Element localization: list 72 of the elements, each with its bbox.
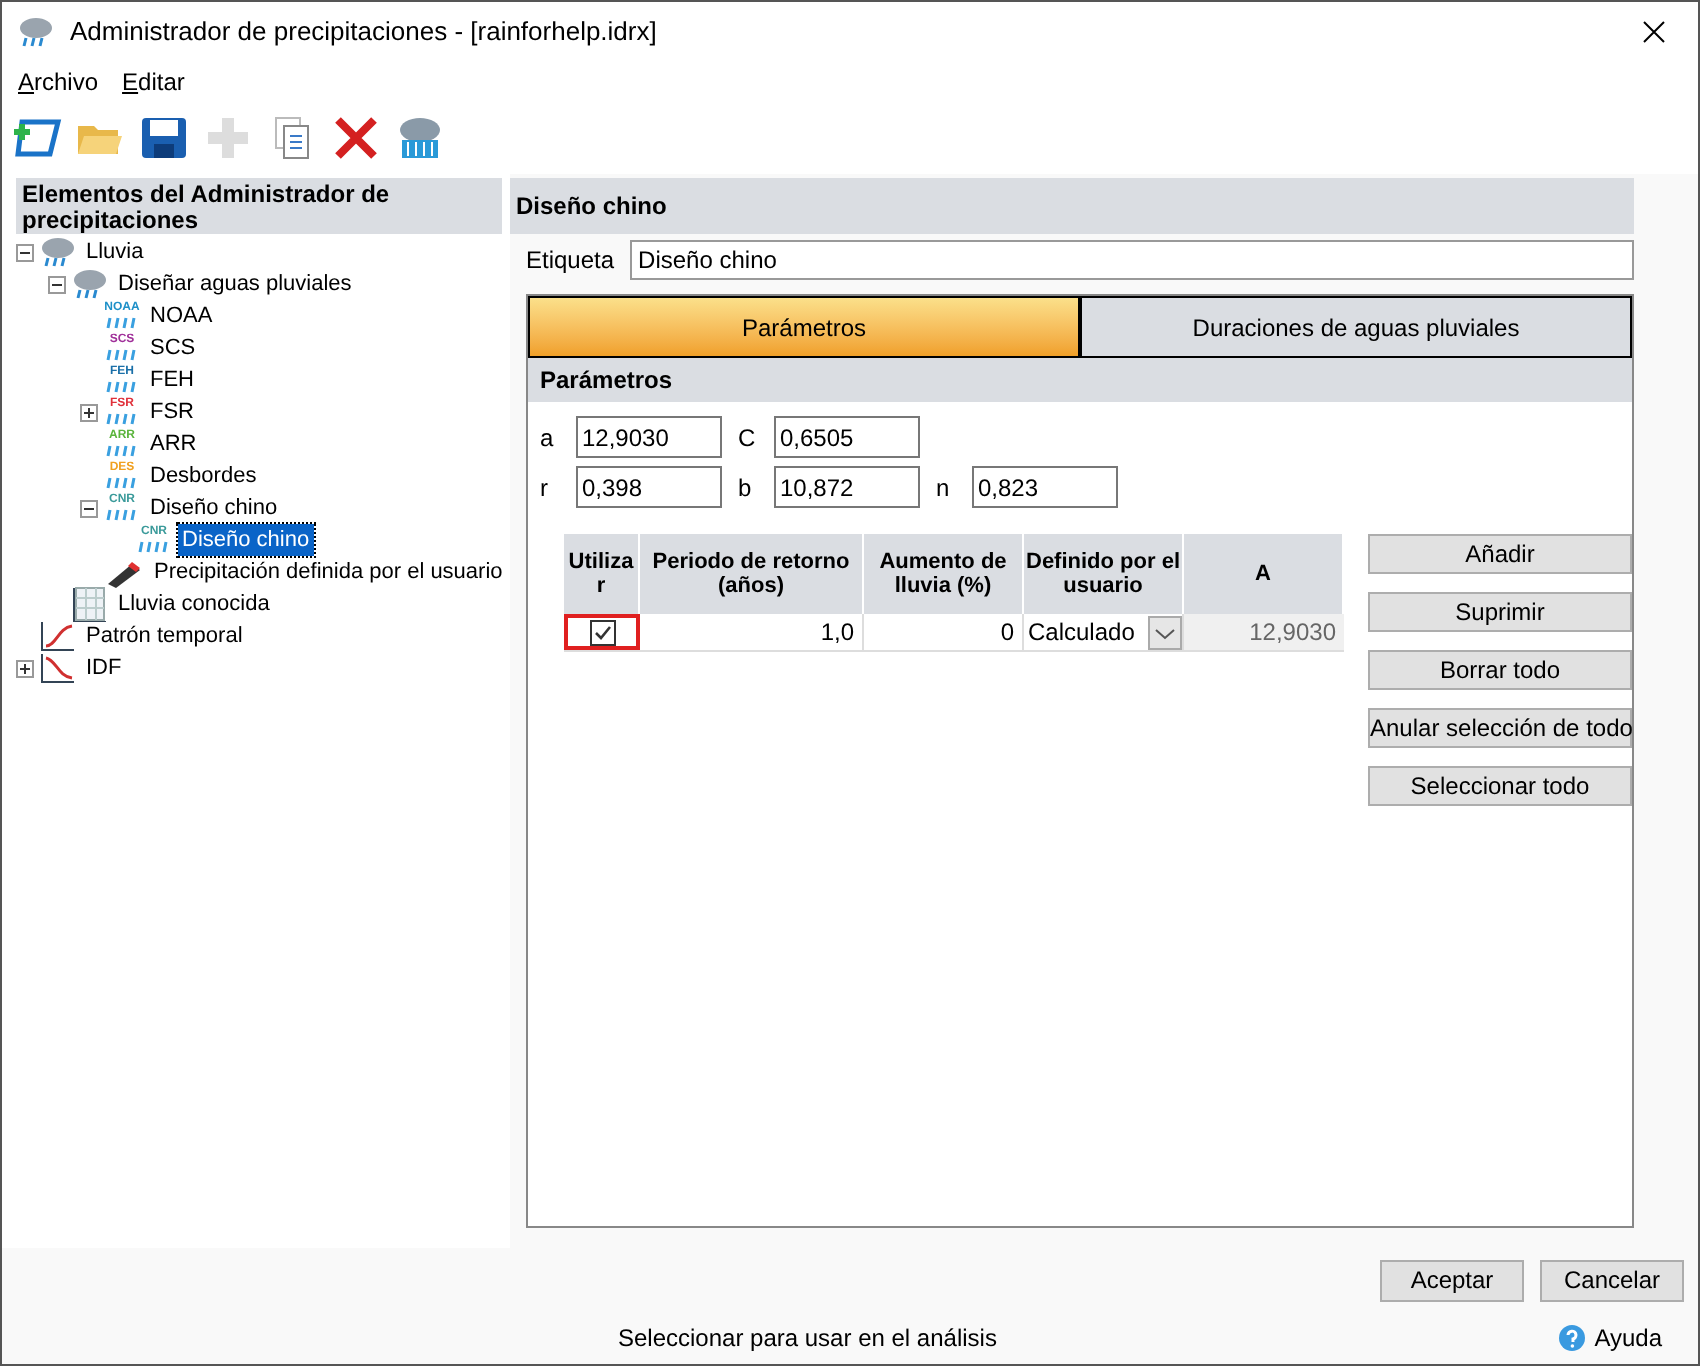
tree-header: Elementos del Administrador de precipitaciones xyxy=(16,178,502,234)
action-button[interactable]: Añadir xyxy=(1368,534,1632,574)
help-icon xyxy=(1558,1324,1587,1352)
help-link[interactable]: Ayuda xyxy=(1558,1320,1662,1356)
rain-cloud-icon[interactable] xyxy=(394,114,446,162)
table-cell: 0 xyxy=(864,614,1024,650)
plus-icon xyxy=(18,661,32,675)
dialog-button[interactable]: Aceptar xyxy=(1380,1259,1524,1301)
pencil-icon xyxy=(104,556,144,588)
rain-cloud-icon xyxy=(40,236,76,268)
action-button[interactable]: Seleccionar todo xyxy=(1368,766,1632,806)
menu-item[interactable]: Archivo xyxy=(18,64,99,100)
close-icon[interactable] xyxy=(1642,20,1666,44)
action-button[interactable]: Anular selección de todo xyxy=(1368,708,1632,748)
delete-icon[interactable] xyxy=(330,114,382,162)
tree-item[interactable]: Diseño chino xyxy=(178,523,314,557)
tree-item[interactable]: Lluvia conocida xyxy=(114,587,274,621)
tree-item[interactable]: NOAA xyxy=(146,299,217,333)
tree-item[interactable]: SCS xyxy=(146,331,200,365)
tab[interactable]: Duraciones de aguas pluviales xyxy=(1080,296,1632,358)
status-text: Seleccionar para usar en el análisis xyxy=(618,1322,999,1356)
panel-header: Diseño chino xyxy=(510,178,1634,234)
parameter-label: b xyxy=(738,471,754,505)
column-header: Aumento de lluvia (%) xyxy=(864,534,1024,614)
table-cell: 12,9030 xyxy=(1184,614,1344,650)
dialog-button[interactable]: Cancelar xyxy=(1540,1259,1684,1301)
tree-item[interactable]: Patrón temporal xyxy=(82,619,247,653)
label-field[interactable]: Diseño chino xyxy=(630,240,1634,280)
column-header: Periodo de retorno (años) xyxy=(640,534,864,614)
expand-toggle[interactable] xyxy=(80,403,98,421)
collapse-toggle[interactable] xyxy=(48,275,66,293)
parameter-label: a xyxy=(540,421,556,455)
rain-cloud-icon xyxy=(72,268,108,300)
parameter-label: C xyxy=(738,421,758,455)
rain-cloud-icon xyxy=(18,16,54,48)
tree-item[interactable]: ARR xyxy=(146,427,201,461)
collapse-toggle[interactable] xyxy=(80,499,98,517)
table-icon xyxy=(72,586,108,622)
save-icon[interactable] xyxy=(138,114,190,162)
expand-toggle[interactable] xyxy=(16,659,34,677)
action-button[interactable]: Borrar todo xyxy=(1368,650,1632,690)
column-header: Utiliza r xyxy=(564,534,640,614)
tree-item[interactable]: IDF xyxy=(82,651,126,685)
menu-item[interactable]: Editar xyxy=(122,64,185,100)
window-title: Administrador de precipitaciones - [rainforhelp.idrx] xyxy=(70,14,657,51)
plus-icon xyxy=(82,405,96,419)
table-cell: 1,0 xyxy=(640,614,864,650)
action-button[interactable]: Suprimir xyxy=(1368,592,1632,632)
tab[interactable]: Parámetros xyxy=(528,296,1080,358)
parameter-field[interactable]: 12,9030 xyxy=(576,416,722,458)
parameter-field[interactable]: 0,6505 xyxy=(774,416,920,458)
tree-item[interactable]: FSR xyxy=(146,395,198,429)
dropdown[interactable]: Calculado xyxy=(1024,614,1184,650)
checkbox[interactable] xyxy=(589,619,615,645)
falling-curve-icon xyxy=(40,652,76,684)
tree-item[interactable]: Desbordes xyxy=(146,459,261,493)
rising-curve-icon xyxy=(40,620,76,652)
tree-item[interactable]: FEH xyxy=(146,363,198,397)
collapse-toggle[interactable] xyxy=(16,243,34,261)
parameter-label: r xyxy=(540,471,550,505)
section-header: Parámetros xyxy=(528,358,1632,402)
field-label: Etiqueta xyxy=(526,244,615,278)
tree-item[interactable]: Lluvia xyxy=(82,235,148,269)
new-document-icon[interactable] xyxy=(10,114,62,162)
parameter-field[interactable]: 10,872 xyxy=(774,466,920,508)
column-header: Definido por el usuario xyxy=(1024,534,1184,614)
parameter-label: n xyxy=(936,471,952,505)
parameter-field[interactable]: 0,398 xyxy=(576,466,722,508)
tree-item[interactable]: Diseño chino xyxy=(146,491,282,525)
tree-item[interactable]: Precipitación definida por el usuario xyxy=(150,555,507,589)
parameter-field[interactable]: 0,823 xyxy=(972,466,1118,508)
tree-item[interactable]: Diseñar aguas pluviales xyxy=(114,267,356,301)
